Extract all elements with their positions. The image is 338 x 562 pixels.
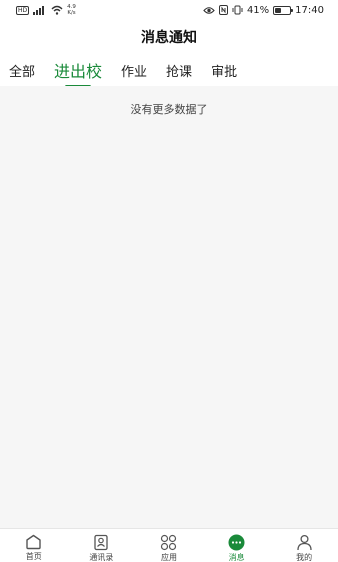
nav-label-apps: 应用 [160, 553, 177, 562]
nav-item-home[interactable]: 首页 [0, 529, 68, 562]
apps-icon [160, 534, 178, 551]
eye-icon [203, 6, 215, 14]
battery-percent: 41% [246, 4, 270, 16]
status-bar-right: 41% 17:40 [203, 5, 324, 16]
battery-fill [275, 7, 281, 13]
nav-item-messages[interactable]: 消息 [203, 529, 271, 562]
home-icon [25, 534, 43, 550]
tab-homework[interactable]: 作业 [121, 61, 147, 80]
tab-bar: 全部 进出校 作业 抢课 审批 [0, 54, 338, 86]
tab-approval[interactable]: 审批 [211, 61, 237, 80]
nav-label-messages: 消息 [228, 553, 245, 562]
hd-icon: HD [16, 5, 30, 15]
nav-label-profile: 我的 [296, 553, 313, 562]
clock: 17:40 [295, 4, 324, 16]
vibrate-icon [232, 5, 243, 15]
profile-icon [295, 534, 313, 551]
contacts-icon [92, 534, 110, 551]
tab-school-gate[interactable]: 进出校 [54, 58, 102, 82]
status-bar-left: HD 4.9 K/s [16, 4, 76, 16]
battery-icon [273, 5, 294, 15]
tab-course-grab[interactable]: 抢课 [166, 61, 192, 80]
tab-all[interactable]: 全部 [9, 61, 35, 80]
status-bar: HD 4.9 K/s 41% 17:40 [0, 0, 338, 20]
bottom-nav: 首页 通讯录 应用 消息 我的 [0, 528, 338, 562]
message-list[interactable]: 没有更多数据了 [0, 86, 338, 528]
nav-item-apps[interactable]: 应用 [135, 529, 203, 562]
page-title: 消息通知 [0, 20, 338, 54]
nav-label-contacts: 通讯录 [89, 553, 114, 562]
empty-list-message: 没有更多数据了 [130, 103, 208, 116]
nav-label-home: 首页 [25, 552, 42, 561]
nav-item-profile[interactable]: 我的 [270, 529, 338, 562]
nav-item-contacts[interactable]: 通讯录 [68, 529, 136, 562]
wifi-icon [51, 5, 63, 15]
network-speed-unit: K/s [67, 10, 76, 16]
nfc-icon [218, 5, 228, 15]
message-icon [228, 534, 246, 551]
cellular-signal-icon [33, 6, 45, 15]
network-speed: 4.9 K/s [67, 4, 76, 16]
